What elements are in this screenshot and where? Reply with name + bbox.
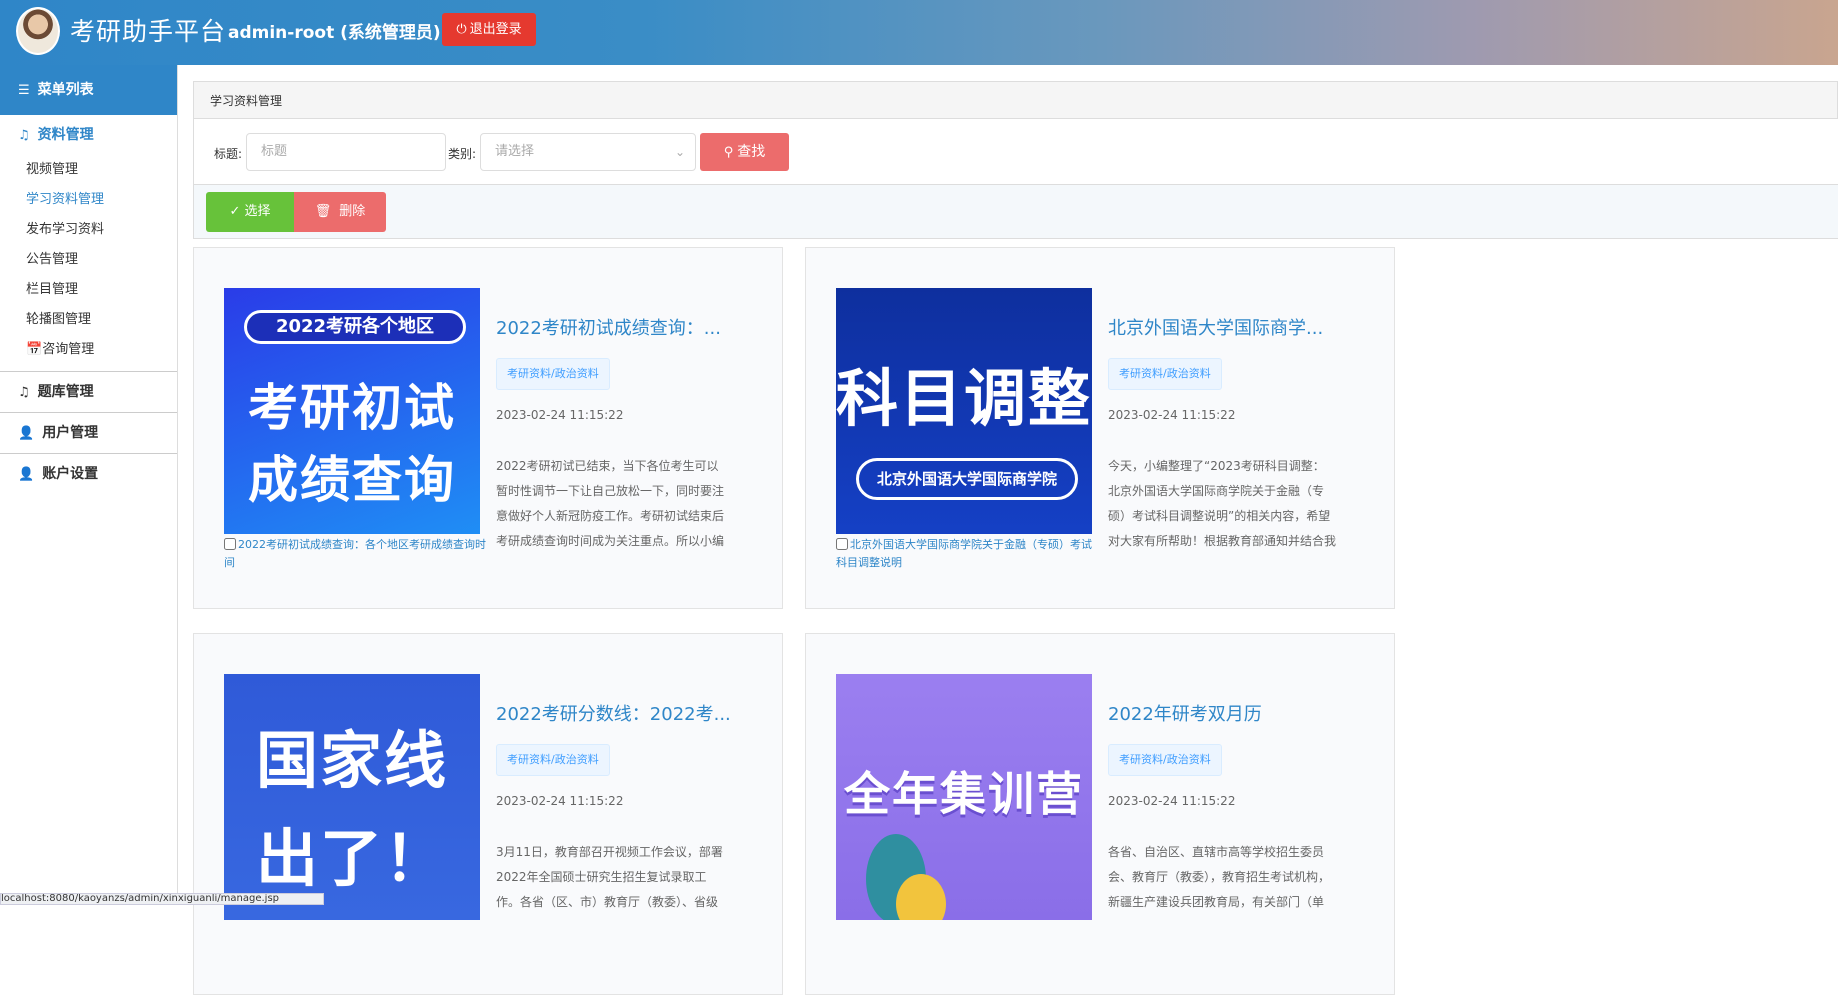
top-header: 考研助手平台 admin-root (系统管理员) ⏻ 退出登录 <box>0 0 1838 65</box>
check-icon: ✓ <box>229 204 241 219</box>
app-title: 考研助手平台 <box>70 17 227 46</box>
select-button[interactable]: ✓ 选择 <box>206 192 294 232</box>
card-description: 今天，小编整理了“2023考研科目调整：北京外国语大学国际商学院关于金融（专硕）… <box>1108 459 1336 548</box>
logout-button[interactable]: ⏻ 退出登录 <box>442 13 536 46</box>
chevron-down-icon: ⌄ <box>674 145 685 159</box>
power-icon: ⏻ <box>456 22 467 37</box>
trash-icon: 🗑 <box>314 204 332 219</box>
title-input[interactable]: 标题 <box>246 133 446 171</box>
toolbar: ✓ 选择 🗑 删除 <box>193 185 1838 239</box>
card-description: 2022考研初试已结束，当下各位考生可以暂时性调节一下让自己放松一下，同时要注意… <box>496 459 724 548</box>
sidebar-item-consult[interactable]: 📅咨询管理 <box>0 335 177 365</box>
card-date: 2023-02-24 11:15:22 <box>496 408 624 422</box>
calendar-icon: 📅 <box>26 342 43 357</box>
page-title: 学习资料管理 <box>193 81 1838 119</box>
menu-group-account[interactable]: 👤 账户设置 <box>0 454 177 494</box>
card-title[interactable]: 2022年研考双月历 <box>1108 700 1348 726</box>
card-caption: 2022考研初试成绩查询：各个地区考研成绩查询时间 <box>224 536 486 572</box>
image-leaf <box>896 874 946 920</box>
image-text: 全年集训营 <box>844 767 1084 821</box>
category-tag: 考研资料/政治资料 <box>1108 358 1222 390</box>
main-content: 学习资料管理 标题: 标题 类别: 请选择 ⌄ ⚲ 查找 ✓ 选择 🗑 删除 2022考… <box>193 81 1838 995</box>
card-image[interactable]: 全年集训营 <box>836 674 1092 920</box>
image-text: 出了！ <box>255 822 448 895</box>
avatar <box>16 7 60 55</box>
image-text: 国家线 <box>255 724 448 797</box>
title-label: 标题: <box>214 147 243 161</box>
menu-header: ☰ 菜单列表 <box>0 65 177 115</box>
menu-group-users[interactable]: 👤 用户管理 <box>0 413 177 454</box>
card-description: 3月11日，教育部召开视频工作会议，部署2022年全国硕士研究生招生复试录取工作… <box>496 845 723 909</box>
image-text: 科目调整 <box>836 362 1092 435</box>
category-label: 类别: <box>448 147 477 161</box>
menu-group-question-bank[interactable]: ♫ 题库管理 <box>0 372 177 413</box>
card-caption-link[interactable]: 北京外国语大学国际商学院关于金融（专硕）考试科目调整说明 <box>836 538 1092 569</box>
category-tag: 考研资料/政治资料 <box>496 744 610 776</box>
user-icon: 👤 <box>18 467 35 482</box>
card-title[interactable]: 2022考研初试成绩查询：... <box>496 314 736 340</box>
filter-bar: 标题: 标题 类别: 请选择 ⌄ ⚲ 查找 <box>193 119 1838 185</box>
sidebar-item-study-materials[interactable]: 学习资料管理 <box>0 185 177 215</box>
delete-button[interactable]: 🗑 删除 <box>294 192 386 232</box>
card-checkbox[interactable] <box>224 538 236 550</box>
card-title[interactable]: 2022考研分数线：2022考... <box>496 700 736 726</box>
sidebar-item-column[interactable]: 栏目管理 <box>0 275 177 305</box>
image-text: 北京外国语大学国际商学院 <box>856 458 1078 500</box>
image-text: 2022考研各个地区 <box>244 310 466 344</box>
card-caption-link[interactable]: 2022考研初试成绩查询：各个地区考研成绩查询时间 <box>224 538 486 569</box>
category-tag: 考研资料/政治资料 <box>496 358 610 390</box>
status-url: localhost:8080/kaoyanzs/admin/xinxiguanl… <box>0 893 324 905</box>
material-card: 全年集训营 2022年研考双月历 考研资料/政治资料 2023-02-24 11… <box>805 633 1395 995</box>
card-title[interactable]: 北京外国语大学国际商学... <box>1108 314 1348 340</box>
sidebar: ☰ 菜单列表 ♫ 资料管理 视频管理 学习资料管理 发布学习资料 公告管理 栏目管理… <box>0 65 178 903</box>
card-caption: 北京外国语大学国际商学院关于金融（专硕）考试科目调整说明 <box>836 536 1098 572</box>
search-icon: ⚲ <box>723 145 734 160</box>
material-card: 国家线 出了！ 2022考研分数线：2022考... 考研资料/政治资料 202… <box>193 633 783 995</box>
search-button[interactable]: ⚲ 查找 <box>700 133 789 171</box>
sidebar-item-notice[interactable]: 公告管理 <box>0 245 177 275</box>
category-select[interactable]: 请选择 ⌄ <box>480 133 696 171</box>
card-date: 2023-02-24 11:15:22 <box>1108 794 1236 808</box>
music-icon: ♫ <box>18 128 30 143</box>
card-checkbox[interactable] <box>836 538 848 550</box>
category-tag: 考研资料/政治资料 <box>1108 744 1222 776</box>
sidebar-item-carousel[interactable]: 轮播图管理 <box>0 305 177 335</box>
card-image[interactable]: 国家线 出了！ <box>224 674 480 920</box>
card-image[interactable]: 科目调整 北京外国语大学国际商学院 <box>836 288 1092 534</box>
material-card: 2022考研各个地区 考研初试 成绩查询 2022考研初试成绩查询：各个地区考研… <box>193 247 783 609</box>
music-icon: ♫ <box>18 385 30 400</box>
sidebar-item-video[interactable]: 视频管理 <box>0 155 177 185</box>
material-card: 科目调整 北京外国语大学国际商学院 北京外国语大学国际商学院关于金融（专硕）考试… <box>805 247 1395 609</box>
user-icon: 👤 <box>18 426 35 441</box>
sidebar-item-publish[interactable]: 发布学习资料 <box>0 215 177 245</box>
user-info: admin-root (系统管理员) <box>228 23 441 43</box>
list-icon: ☰ <box>18 83 30 98</box>
image-text: 成绩查询 <box>248 451 456 509</box>
card-description: 各省、自治区、直辖市高等学校招生委员会、教育厅（教委），教育招生考试机构，新疆生… <box>1108 845 1331 909</box>
menu-group-materials[interactable]: ♫ 资料管理 <box>0 115 177 155</box>
card-image[interactable]: 2022考研各个地区 考研初试 成绩查询 <box>224 288 480 534</box>
card-date: 2023-02-24 11:15:22 <box>1108 408 1236 422</box>
image-text: 考研初试 <box>248 379 456 437</box>
card-date: 2023-02-24 11:15:22 <box>496 794 624 808</box>
